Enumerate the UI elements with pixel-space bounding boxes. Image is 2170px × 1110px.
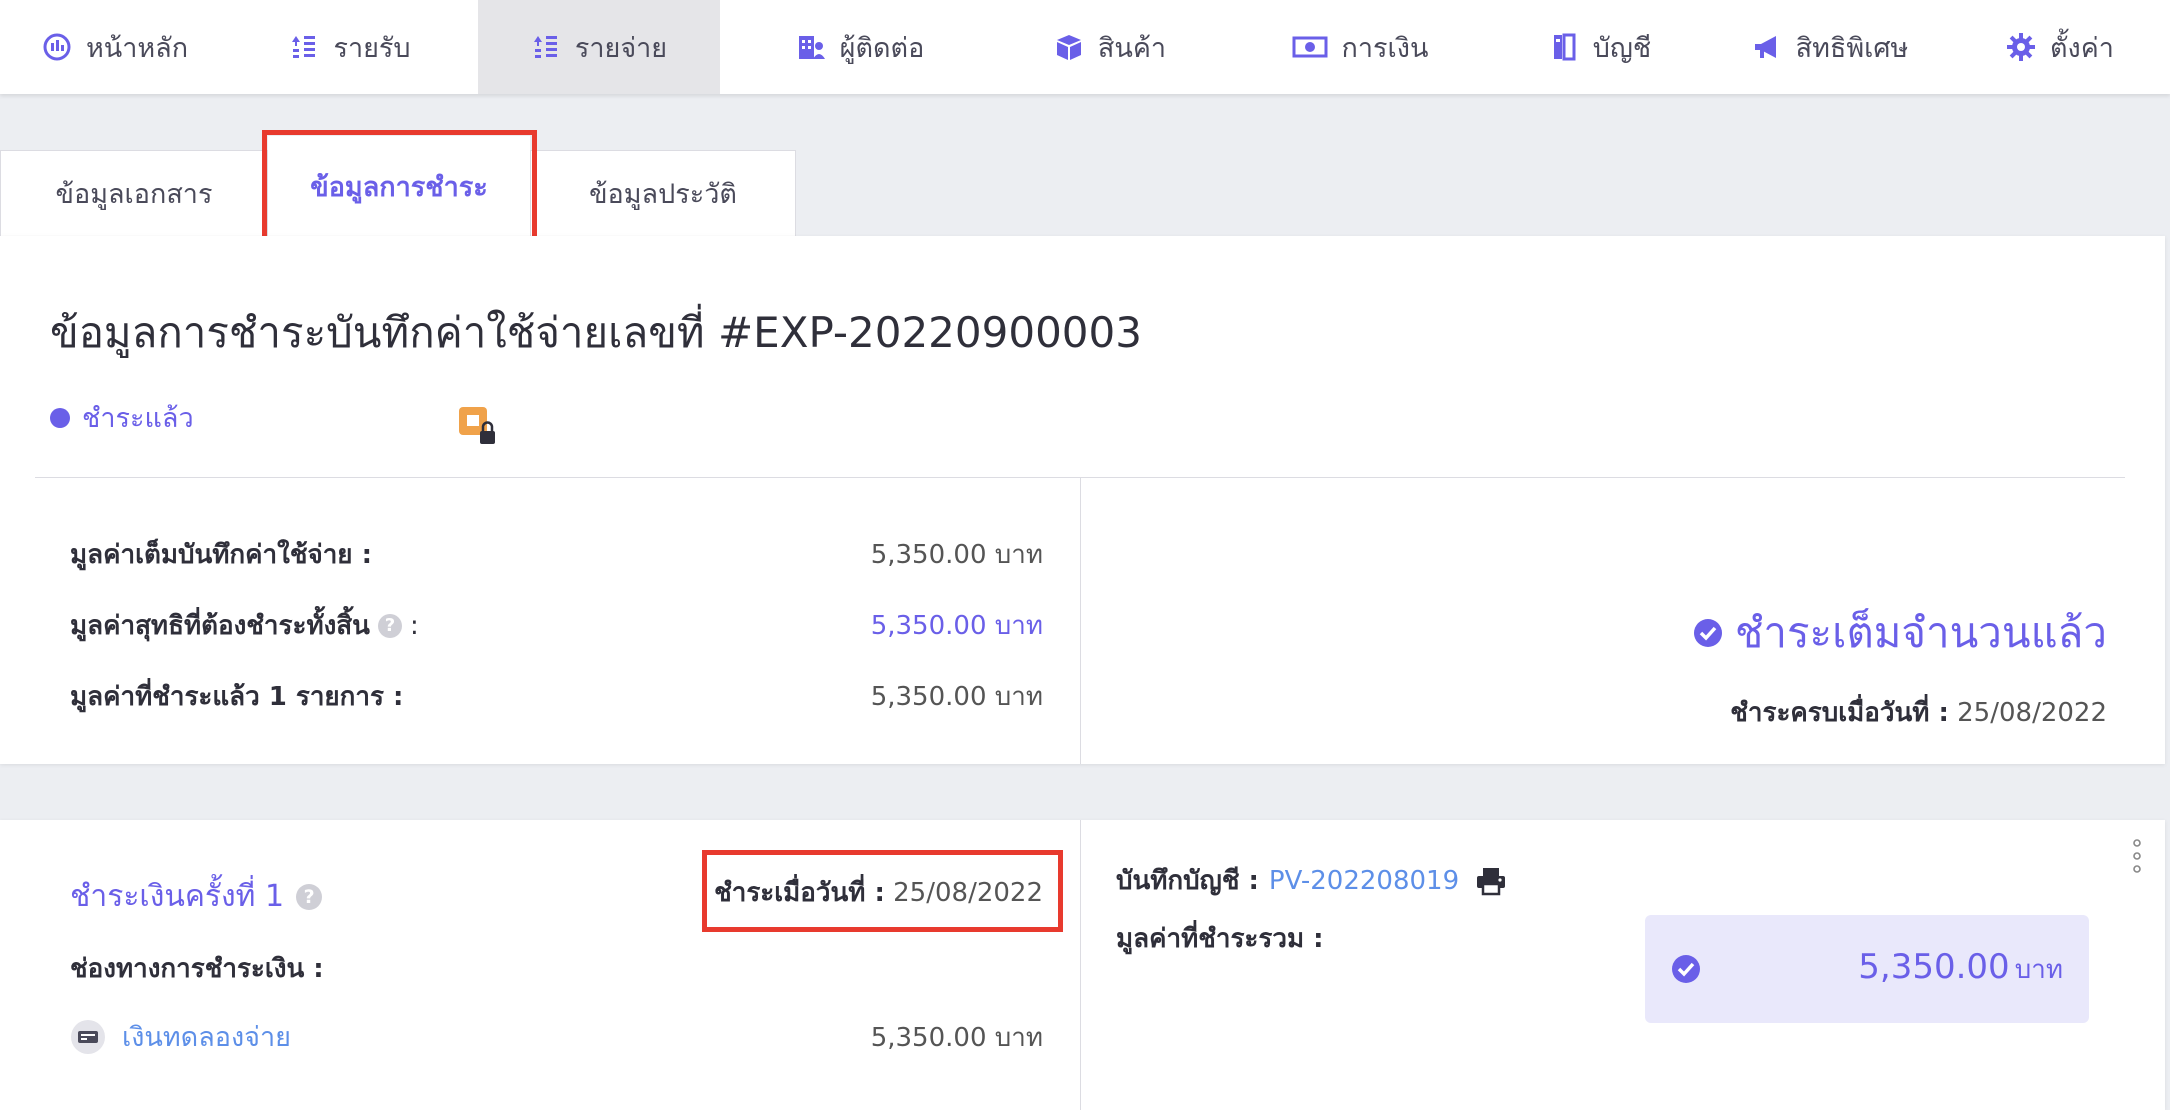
journal-link[interactable]: PV-202208019: [1269, 866, 1459, 896]
payment-channel-row[interactable]: เงินทดลองจ่าย: [70, 1015, 291, 1058]
top-navigation: หน้าหลัก รายรับ รายจ่าย ผู้ติดต่อ สินค้า…: [0, 0, 2170, 94]
net-amount-label: มูลค่าสุทธิที่ต้องชำระทั้งสิ้น: [70, 611, 370, 641]
dashboard-icon: [43, 33, 71, 61]
payment-channel-label: ช่องทางการชำระเงิน :: [70, 954, 324, 984]
status-badge: ชำระแล้ว: [50, 396, 194, 439]
nav-item-finance[interactable]: การเงิน: [1240, 0, 1480, 94]
net-amount-label-colon: :: [409, 610, 419, 641]
tab-label: ข้อมูลเอกสาร: [55, 179, 213, 210]
full-amount-value: 5,350.00 บาท: [870, 540, 1043, 570]
money-icon: [1292, 36, 1328, 58]
nav-item-label: รายจ่าย: [574, 32, 668, 64]
paid-amount-value: 5,350.00 บาท: [870, 682, 1043, 712]
nav-item-home[interactable]: หน้าหลัก: [0, 0, 230, 94]
net-amount-label-row: มูลค่าสุทธิที่ต้องชำระทั้งสิ้น ? :: [70, 605, 419, 646]
tab-document-info[interactable]: ข้อมูลเอกสาร: [0, 150, 268, 236]
journal-label: บันทึกบัญชี :: [1116, 866, 1259, 896]
gear-icon: [2007, 33, 2036, 61]
page-title: ข้อมูลการชำระบันทึกค่าใช้จ่ายเลขที่ #EXP…: [50, 308, 1142, 357]
nav-item-contacts[interactable]: ผู้ติดต่อ: [740, 0, 980, 94]
payment-channel-amount: 5,350.00 บาท: [870, 1023, 1043, 1053]
tab-history-info[interactable]: ข้อมูลประวัติ: [530, 150, 796, 236]
help-circle-icon[interactable]: ?: [296, 883, 323, 910]
nav-item-label: รายรับ: [333, 32, 411, 64]
nav-item-income[interactable]: รายรับ: [240, 0, 460, 94]
check-circle-icon: [1672, 955, 1700, 983]
paid-date-label: ชำระครบเมื่อวันที่ :: [1730, 698, 1949, 728]
payment-column-divider: [1080, 820, 1081, 1110]
highlight-tab-box: [262, 130, 537, 242]
income-icon: [292, 36, 316, 58]
megaphone-icon: [1754, 36, 1776, 58]
cash-wallet-icon: [71, 1019, 105, 1054]
paid-date-value: 25/08/2022: [1957, 698, 2107, 728]
accounting-book-icon: [1553, 33, 1576, 61]
expense-icon: [533, 36, 557, 58]
status-dot-icon: [50, 407, 70, 428]
payment-detail-card: ชำระเงินครั้งที่ 1 ? ชำระเมื่อวันที่ : 2…: [0, 820, 2165, 1110]
nav-item-label: ผู้ติดต่อ: [839, 32, 925, 64]
nav-item-products[interactable]: สินค้า: [1000, 0, 1220, 94]
highlight-date-box: [702, 850, 1063, 932]
summary-column-divider: [1080, 477, 1081, 764]
nav-item-label: สินค้า: [1097, 32, 1167, 64]
printer-icon[interactable]: [1475, 866, 1507, 896]
check-circle-icon: [1693, 619, 1722, 647]
payment-summary-card: ข้อมูลการชำระบันทึกค่าใช้จ่ายเลขที่ #EXP…: [0, 236, 2165, 764]
nav-item-label: การเงิน: [1341, 32, 1429, 64]
paid-amount-label: มูลค่าที่ชำระแล้ว 1 รายการ :: [70, 682, 404, 712]
paid-full-status: ชำระเต็มจำนวนแล้ว: [1693, 600, 2107, 666]
contacts-icon: [798, 36, 825, 59]
total-paid-amount-row: 5,350.00 บาท: [1858, 947, 2063, 990]
payment-title: ชำระเงินครั้งที่ 1: [70, 879, 285, 914]
product-box-icon: [1056, 35, 1081, 60]
net-amount-value: 5,350.00 บาท: [870, 611, 1043, 641]
status-text: ชำระแล้ว: [82, 403, 194, 434]
tab-label: ข้อมูลประวัติ: [589, 179, 737, 210]
journal-row: บันทึกบัญชี : PV-202208019: [1116, 860, 1507, 901]
nav-item-label: สิทธิพิเศษ: [1795, 32, 1909, 64]
nav-item-privileges[interactable]: สิทธิพิเศษ: [1715, 0, 1945, 94]
nav-item-label: หน้าหลัก: [85, 32, 189, 64]
paid-date-row: ชำระครบเมื่อวันที่ : 25/08/2022: [1730, 692, 2107, 733]
total-paid-label: มูลค่าที่ชำระรวม :: [1116, 924, 1324, 954]
payment-channel-name: เงินทดลองจ่าย: [122, 1022, 291, 1053]
full-amount-label: มูลค่าเต็มบันทึกค่าใช้จ่าย :: [70, 540, 372, 570]
nav-item-expense[interactable]: รายจ่าย: [478, 0, 720, 94]
total-paid-unit: บาท: [2014, 955, 2063, 985]
help-circle-icon[interactable]: ?: [377, 613, 402, 638]
payment-title-row: ชำระเงินครั้งที่ 1 ?: [70, 873, 323, 920]
nav-item-settings[interactable]: ตั้งค่า: [1960, 0, 2160, 94]
nav-item-label: บัญชี: [1592, 32, 1652, 64]
total-paid-amount: 5,350.00: [1858, 947, 2010, 987]
total-paid-box: 5,350.00 บาท: [1645, 915, 2089, 1023]
locked-document-icon[interactable]: [458, 406, 498, 446]
paid-full-text: ชำระเต็มจำนวนแล้ว: [1734, 608, 2107, 657]
nav-item-accounting[interactable]: บัญชี: [1500, 0, 1700, 94]
nav-item-label: ตั้งค่า: [2050, 32, 2114, 64]
more-vertical-icon[interactable]: [2130, 838, 2144, 874]
